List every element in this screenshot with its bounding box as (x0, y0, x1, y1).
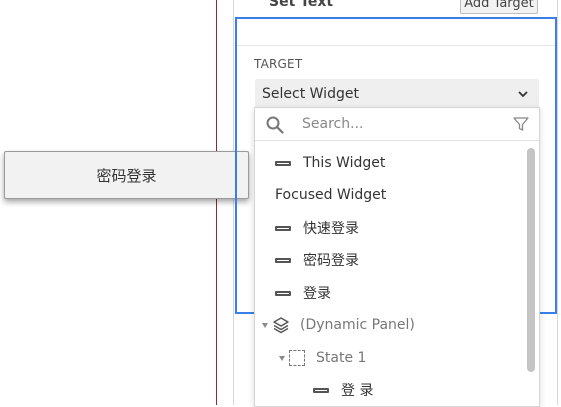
dropdown-item-label: 密码登录 (303, 253, 359, 269)
chevron-down-icon (518, 91, 528, 98)
dropdown-item-login[interactable]: 登录 (275, 281, 331, 305)
expand-caret-icon[interactable] (262, 322, 268, 328)
dropdown-item-quick-login[interactable]: 快速登录 (275, 216, 359, 240)
widget-rect-icon (275, 257, 291, 263)
dropdown-item-label: State 1 (316, 350, 367, 366)
dropdown-item-login-spaced[interactable]: 登 录 (313, 378, 373, 402)
widget-rect-icon (275, 225, 291, 231)
panel-right-divider (557, 0, 558, 405)
dropdown-item-label: 登 录 (341, 383, 374, 399)
widget-rect-icon (275, 160, 291, 166)
dropdown-item-label: (Dynamic Panel) (300, 317, 415, 333)
add-target-button[interactable]: Add Target (460, 0, 538, 14)
target-heading: TARGET (254, 57, 303, 71)
widget-dropdown: This Widget Focused Widget 快速登录 密码登录 登录 … (254, 107, 540, 407)
filter-icon[interactable] (512, 115, 530, 133)
canvas-password-login-button[interactable]: 密码登录 (4, 151, 249, 199)
layers-icon (273, 317, 289, 334)
dropdown-item-label: 登录 (303, 286, 331, 302)
dropdown-item-label: Focused Widget (275, 187, 387, 203)
dropdown-search-row (255, 108, 539, 141)
dropdown-item-label: 快速登录 (303, 221, 359, 237)
dropdown-item-dynamic-panel[interactable]: (Dynamic Panel) (262, 313, 415, 337)
panel-divider (233, 0, 234, 405)
state-icon (289, 350, 305, 366)
dropdown-scrollbar[interactable] (527, 148, 535, 372)
expand-caret-icon[interactable] (279, 355, 285, 361)
target-select-value: Select Widget (262, 86, 359, 102)
dropdown-item-label: This Widget (303, 155, 386, 171)
dropdown-item-state-1[interactable]: State 1 (279, 346, 366, 370)
action-title: Set Text (269, 0, 334, 10)
section-divider (237, 45, 555, 46)
target-widget-select[interactable]: Select Widget (255, 79, 539, 109)
dropdown-item-this-widget[interactable]: This Widget (275, 151, 385, 175)
search-icon (266, 116, 284, 134)
dropdown-item-focused-widget[interactable]: Focused Widget (275, 183, 386, 207)
canvas-button-label: 密码登录 (96, 166, 157, 185)
canvas-edge-divider (216, 0, 217, 405)
widget-rect-icon (275, 290, 291, 296)
dropdown-item-password-login[interactable]: 密码登录 (275, 248, 359, 272)
widget-search-input[interactable] (302, 113, 502, 135)
widget-rect-icon (313, 387, 329, 393)
